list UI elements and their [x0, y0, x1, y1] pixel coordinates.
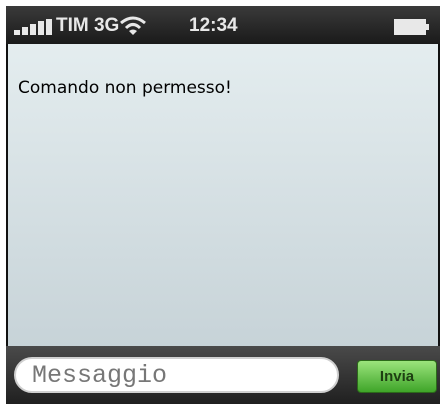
send-button[interactable]: Invia	[357, 360, 437, 393]
carrier-label: TIM 3G	[56, 15, 120, 36]
signal-bars-icon	[14, 19, 54, 35]
battery-icon	[394, 19, 429, 35]
composer-bar: Invia	[6, 346, 440, 404]
chat-message: Comando non permesso!	[18, 78, 232, 98]
message-input[interactable]	[14, 357, 339, 393]
wifi-icon	[120, 16, 146, 35]
phone-screen: TIM 3G 12:34 Comando non permesso! Invia	[6, 6, 440, 404]
status-bar: TIM 3G 12:34	[6, 6, 440, 44]
chat-area: Comando non permesso!	[8, 44, 438, 346]
clock-label: 12:34	[189, 15, 238, 36]
